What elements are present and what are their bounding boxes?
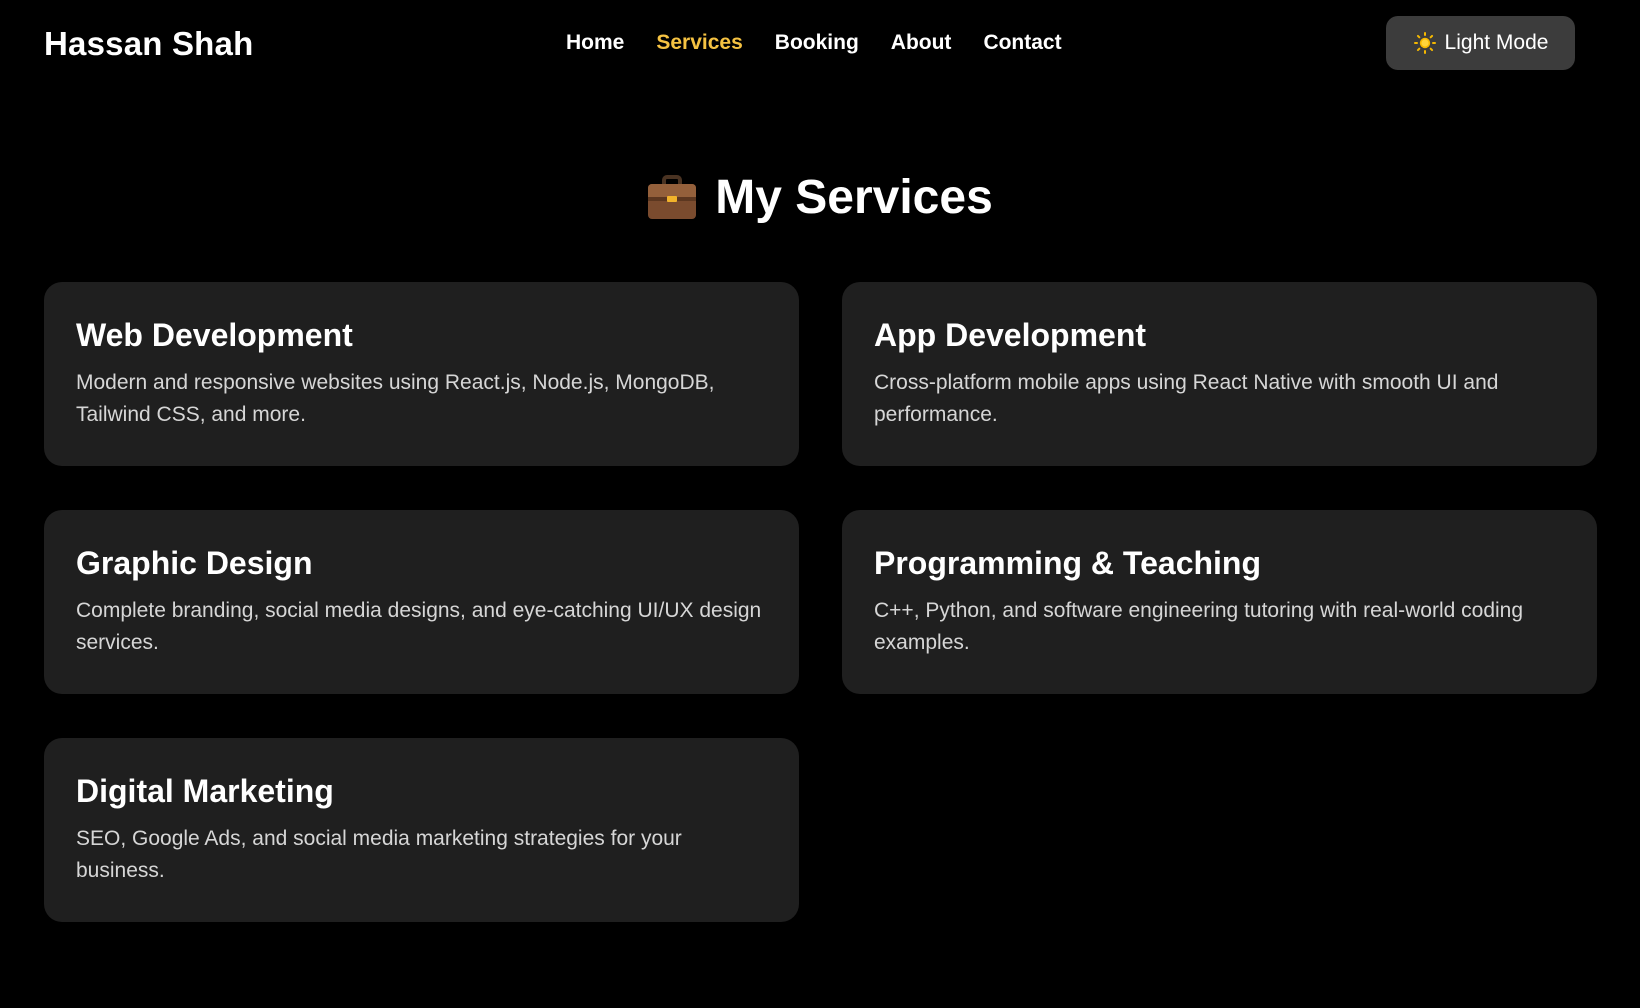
brand-logo[interactable]: Hassan Shah [44,25,253,63]
service-title: Digital Marketing [76,773,334,809]
page-title: My Services [715,171,993,224]
service-description: Cross-platform mobile apps using React N… [874,371,1499,427]
light-mode-label: Light Mode [1444,31,1549,54]
service-card-graphic-design: Graphic Design Complete branding, social… [44,510,799,694]
nav-contact[interactable]: Contact [983,31,1061,55]
light-mode-toggle-button[interactable]: Light Mode [1386,16,1575,70]
service-title: Graphic Design [76,545,313,581]
sun-icon [1413,31,1437,55]
navbar: Hassan Shah Home Services Booking About … [0,0,1640,90]
nav-about[interactable]: About [891,31,952,55]
nav-services[interactable]: Services [656,31,742,55]
services-page: Hassan Shah Home Services Booking About … [0,0,1640,1008]
services-grid: Web Development Modern and responsive we… [44,282,1597,922]
briefcase-icon [647,174,697,221]
service-card-digital-marketing: Digital Marketing SEO, Google Ads, and s… [44,738,799,922]
nav-home[interactable]: Home [566,31,624,55]
service-description: Complete branding, social media designs,… [76,599,762,655]
nav-links: Home Services Booking About Contact [566,31,1062,55]
service-card-app-development: App Development Cross-platform mobile ap… [842,282,1597,466]
service-card-programming-teaching: Programming & Teaching C++, Python, and … [842,510,1597,694]
service-description: Modern and responsive websites using Rea… [76,371,715,427]
service-card-web-development: Web Development Modern and responsive we… [44,282,799,466]
service-title: App Development [874,317,1147,353]
service-description: C++, Python, and software engineering tu… [874,599,1524,655]
service-description: SEO, Google Ads, and social media market… [76,827,682,883]
service-title: Programming & Teaching [874,545,1262,581]
section-heading: My Services [0,170,1640,225]
service-title: Web Development [76,317,353,353]
nav-booking[interactable]: Booking [775,31,859,55]
